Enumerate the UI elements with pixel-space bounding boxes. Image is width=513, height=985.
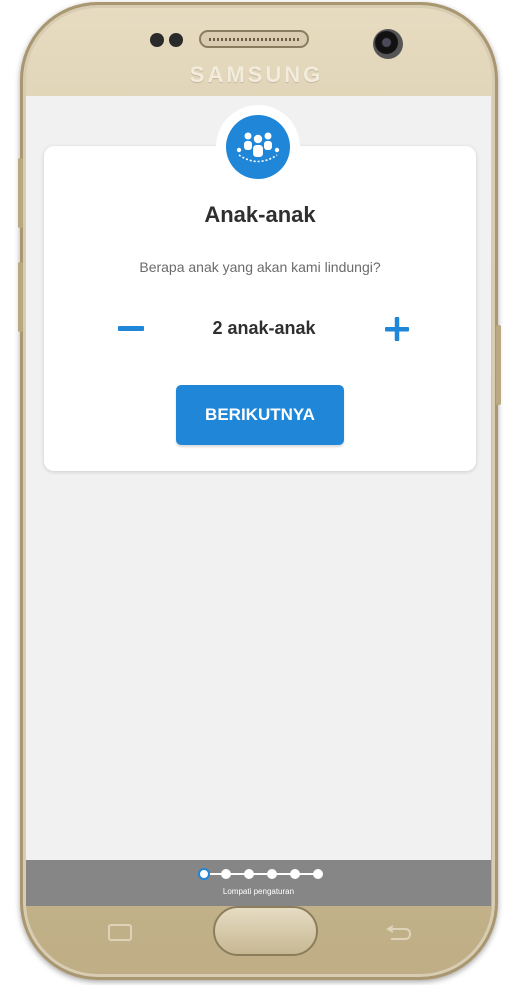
children-count-value: 2 anak-anak — [212, 318, 316, 338]
progress-steps — [198, 868, 324, 880]
recent-apps-icon[interactable] — [108, 924, 132, 941]
setup-footer: Lompati pengaturan — [26, 860, 491, 906]
step-dot-3 — [244, 869, 254, 879]
step-dot-2 — [221, 869, 231, 879]
next-button[interactable]: BERIKUTNYA — [176, 385, 344, 445]
step-dot-4 — [267, 869, 277, 879]
family-group-icon — [226, 115, 290, 179]
children-count-stepper: 2 anak-anak — [44, 314, 476, 344]
step-dot-5 — [290, 869, 300, 879]
decrease-button[interactable] — [116, 314, 146, 344]
volume-up-key — [18, 158, 23, 228]
volume-down-key — [18, 262, 23, 332]
proximity-sensor — [150, 33, 164, 47]
front-camera — [373, 29, 403, 59]
light-sensor — [169, 33, 183, 47]
card-badge — [216, 105, 300, 189]
step-dot-6 — [313, 869, 323, 879]
back-icon[interactable] — [385, 925, 413, 943]
step-dot-1 — [198, 868, 210, 880]
app-screen: Anak-anak Berapa anak yang akan kami lin… — [26, 96, 491, 906]
minus-icon — [118, 326, 144, 331]
card-title: Anak-anak — [204, 202, 316, 227]
power-key — [496, 325, 501, 405]
skip-setup-link[interactable]: Lompati pengaturan — [26, 887, 491, 896]
plus-icon — [385, 317, 409, 341]
device-brand: SAMSUNG — [189, 62, 324, 87]
card-subtitle: Berapa anak yang akan kami lindungi? — [139, 259, 381, 275]
home-button[interactable] — [213, 906, 318, 956]
earpiece-speaker — [199, 30, 309, 48]
increase-button[interactable] — [382, 314, 412, 344]
